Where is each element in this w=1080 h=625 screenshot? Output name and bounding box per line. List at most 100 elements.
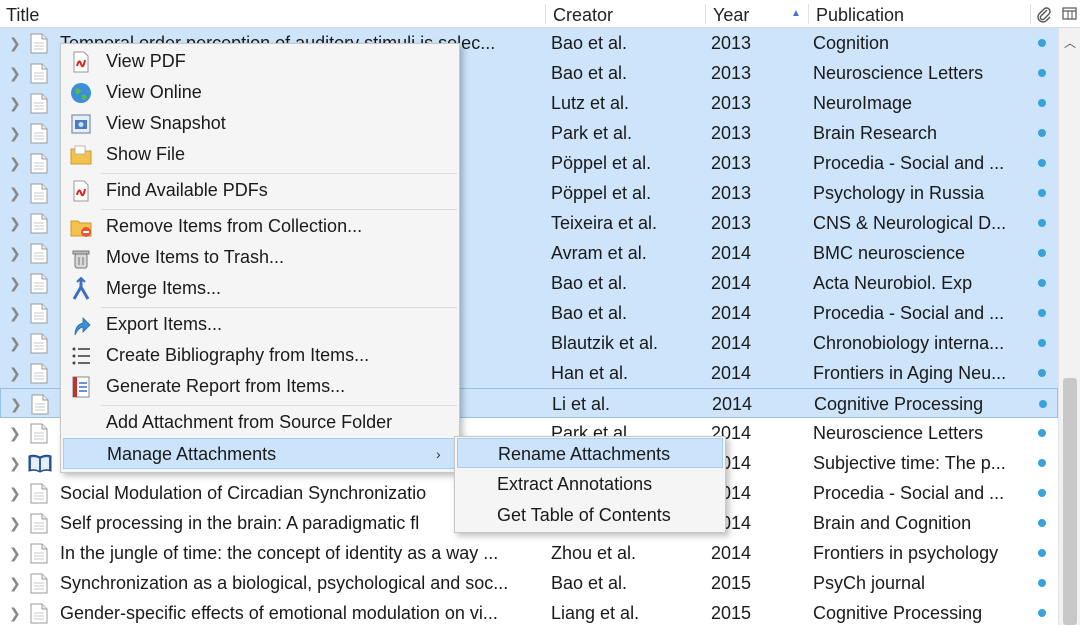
document-icon xyxy=(30,603,48,624)
submenu-item-rename-attachments[interactable]: Rename Attachments xyxy=(457,438,723,468)
attachment-status-dot[interactable] xyxy=(1038,129,1046,137)
chevron-right-icon[interactable]: ❯ xyxy=(9,598,21,625)
cell-creator: Bao et al. xyxy=(551,573,628,593)
cell-year: 2013 xyxy=(711,123,752,143)
menu-item-find-pdfs[interactable]: Find Available PDFs xyxy=(63,175,457,206)
menu-item-move-to-trash[interactable]: Move Items to Trash... xyxy=(63,242,457,273)
column-header-creator[interactable]: Creator xyxy=(553,0,613,28)
chevron-up-icon[interactable]: ︿ xyxy=(1064,34,1076,51)
table-row[interactable]: ❯ Synchronization as a biological, psycho… xyxy=(0,568,1058,598)
attachment-status-dot[interactable] xyxy=(1038,249,1046,257)
menu-item-merge[interactable]: Merge Items... xyxy=(63,273,457,304)
cell-title: Synchronization as a biological, psychol… xyxy=(60,573,509,593)
cell-creator: Bao et al. xyxy=(551,63,628,83)
attachment-status-dot[interactable] xyxy=(1038,279,1046,287)
cell-publication: NeuroImage xyxy=(813,93,913,113)
cell-creator: Teixeira et al. xyxy=(551,213,658,233)
chevron-right-icon[interactable]: ❯ xyxy=(9,118,21,148)
attachment-status-dot[interactable] xyxy=(1038,579,1046,587)
cell-creator: Blautzik et al. xyxy=(551,333,659,353)
chevron-right-icon[interactable]: ❯ xyxy=(9,238,21,268)
chevron-right-icon[interactable]: ❯ xyxy=(9,448,21,478)
document-icon xyxy=(30,93,48,114)
chevron-right-icon[interactable]: ❯ xyxy=(9,58,21,88)
table-row[interactable]: ❯ Gender-specific effects of emotional mo… xyxy=(0,598,1058,625)
manage-attachments-submenu: Rename Attachments Extract Annotations G… xyxy=(454,436,726,533)
chevron-right-icon[interactable]: ❯ xyxy=(9,148,21,178)
attachment-status-dot[interactable] xyxy=(1038,459,1046,467)
chevron-right-icon[interactable]: ❯ xyxy=(9,298,21,328)
column-divider[interactable] xyxy=(808,4,809,24)
cell-creator: Lutz et al. xyxy=(551,93,630,113)
chevron-right-icon[interactable]: ❯ xyxy=(9,178,21,208)
document-icon xyxy=(30,423,48,444)
column-divider[interactable] xyxy=(705,4,706,24)
scrollbar-thumb[interactable] xyxy=(1063,378,1077,625)
attachment-status-dot[interactable] xyxy=(1039,400,1047,408)
submenu-item-get-table-of-contents[interactable]: Get Table of Contents xyxy=(457,500,723,530)
cell-year: 2014 xyxy=(711,543,752,563)
chevron-right-icon[interactable]: ❯ xyxy=(9,418,21,448)
attachment-status-dot[interactable] xyxy=(1038,99,1046,107)
cell-publication: Psychology in Russia xyxy=(813,183,985,203)
attachment-status-dot[interactable] xyxy=(1038,39,1046,47)
cell-year: 2013 xyxy=(711,63,752,83)
chevron-right-icon[interactable]: ❯ xyxy=(9,478,21,508)
menu-separator xyxy=(101,173,457,174)
chevron-right-icon[interactable]: ❯ xyxy=(10,389,22,419)
attachment-status-dot[interactable] xyxy=(1038,159,1046,167)
menu-item-remove-from-collection[interactable]: Remove Items from Collection... xyxy=(63,211,457,242)
attachment-status-dot[interactable] xyxy=(1038,69,1046,77)
document-icon xyxy=(30,363,48,384)
pdf-icon xyxy=(73,51,89,73)
attachment-column-icon[interactable] xyxy=(1036,6,1052,23)
submenu-item-extract-annotations[interactable]: Extract Annotations xyxy=(457,469,723,499)
column-header-publication[interactable]: Publication xyxy=(816,0,904,28)
chevron-right-icon[interactable]: ❯ xyxy=(9,268,21,298)
attachment-status-dot[interactable] xyxy=(1038,309,1046,317)
menu-item-view-pdf[interactable]: View PDF xyxy=(63,46,457,77)
menu-item-show-file[interactable]: Show File xyxy=(63,139,457,170)
menu-item-create-bibliography[interactable]: Create Bibliography from Items... xyxy=(63,340,457,371)
chevron-right-icon[interactable]: ❯ xyxy=(9,208,21,238)
attachment-status-dot[interactable] xyxy=(1038,189,1046,197)
cell-publication: Procedia - Social and ... xyxy=(813,303,1005,323)
menu-item-view-online[interactable]: View Online xyxy=(63,77,457,108)
column-header-title[interactable]: Title xyxy=(6,0,39,28)
chevron-right-icon[interactable]: ❯ xyxy=(9,508,21,538)
menu-item-export[interactable]: Export Items... xyxy=(63,309,457,340)
chevron-right-icon[interactable]: ❯ xyxy=(9,568,21,598)
menu-item-add-attachment-source-folder[interactable]: Add Attachment from Source Folder xyxy=(63,407,457,438)
globe-icon xyxy=(71,83,91,103)
menu-item-view-snapshot[interactable]: View Snapshot xyxy=(63,108,457,139)
cell-publication: Neuroscience Letters xyxy=(813,63,984,83)
menu-item-generate-report[interactable]: Generate Report from Items... xyxy=(63,371,457,402)
menu-item-manage-attachments[interactable]: Manage Attachments › xyxy=(63,438,457,469)
cell-creator: Bao et al. xyxy=(551,33,628,53)
vertical-scrollbar[interactable]: ︿ xyxy=(1058,28,1080,625)
attachment-status-dot[interactable] xyxy=(1038,489,1046,497)
cell-publication: Chronobiology interna... xyxy=(813,333,1005,353)
attachment-status-dot[interactable] xyxy=(1038,549,1046,557)
cell-year: 2013 xyxy=(711,213,752,233)
chevron-right-icon[interactable]: ❯ xyxy=(9,538,21,568)
chevron-right-icon[interactable]: ❯ xyxy=(9,88,21,118)
cell-creator: Bao et al. xyxy=(551,303,628,323)
attachment-status-dot[interactable] xyxy=(1038,429,1046,437)
attachment-status-dot[interactable] xyxy=(1038,519,1046,527)
attachment-status-dot[interactable] xyxy=(1038,609,1046,617)
column-divider[interactable] xyxy=(1030,4,1031,24)
chevron-right-icon[interactable]: ❯ xyxy=(9,28,21,58)
chevron-right-icon[interactable]: ❯ xyxy=(9,328,21,358)
column-header-year[interactable]: Year xyxy=(713,0,749,28)
column-picker-icon[interactable] xyxy=(1062,7,1077,21)
menu-item-label: View PDF xyxy=(106,51,186,71)
column-divider[interactable] xyxy=(545,4,546,24)
attachment-status-dot[interactable] xyxy=(1038,339,1046,347)
attachment-status-dot[interactable] xyxy=(1038,219,1046,227)
table-row[interactable]: ❯ In the jungle of time: the concept of i… xyxy=(0,538,1058,568)
chevron-right-icon[interactable]: ❯ xyxy=(9,358,21,388)
document-icon xyxy=(30,573,48,594)
attachment-status-dot[interactable] xyxy=(1038,369,1046,377)
cell-title: Gender-specific effects of emotional mod… xyxy=(60,603,498,623)
